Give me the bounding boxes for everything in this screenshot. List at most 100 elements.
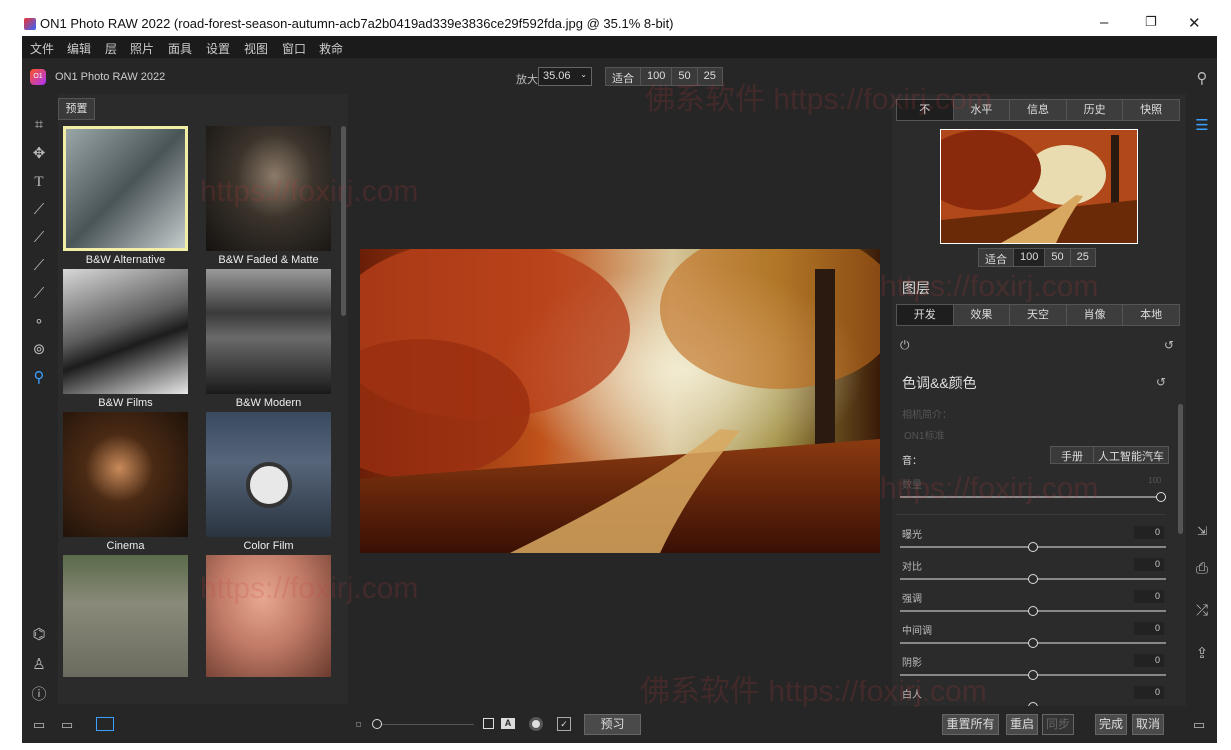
tab-develop[interactable]: 开发 [897, 305, 954, 325]
tab-levels[interactable]: 水平 [954, 100, 1011, 120]
share-icon[interactable]: ⤮ [1192, 602, 1212, 622]
tab-info[interactable]: 信息 [1010, 100, 1067, 120]
highlights-slider[interactable] [900, 606, 1166, 616]
tab-portrait[interactable]: 肖像 [1067, 305, 1124, 325]
menu-mask[interactable]: 面具 [168, 40, 192, 57]
zoom-input[interactable]: 35.06 ⌄ [538, 67, 592, 86]
tab-none[interactable]: 不 [897, 100, 954, 120]
retouch-brush-icon[interactable]: ⟋ [28, 227, 50, 249]
menu-window[interactable]: 窗口 [282, 40, 306, 57]
presets-button[interactable]: 预置 [58, 98, 95, 120]
help-icon[interactable]: ⓘ [28, 684, 50, 706]
menu-settings[interactable]: 设置 [206, 40, 230, 57]
reset-all-button[interactable]: 重置所有 [942, 714, 999, 735]
menu-help[interactable]: 救命 [319, 40, 343, 57]
section-reset-icon[interactable]: ↺ [1156, 375, 1166, 389]
compare-icon[interactable] [483, 718, 494, 729]
preview-button[interactable]: 预习 [584, 714, 641, 735]
amount-slider[interactable] [900, 492, 1166, 502]
slider-value-highlights[interactable]: 0 [1134, 590, 1164, 603]
nav-50-button[interactable]: 50 [1045, 249, 1071, 266]
brush-icon[interactable]: ⟋ [28, 199, 50, 221]
slider-value-exposure[interactable]: 0 [1134, 526, 1164, 539]
presets-scrollbar[interactable] [341, 126, 346, 316]
mask-brush-icon[interactable]: ⟋ [28, 255, 50, 277]
menu-photo[interactable]: 照片 [130, 40, 154, 57]
preset-thumb-7[interactable] [206, 555, 331, 677]
text-tool-icon[interactable]: T [28, 171, 50, 193]
contrast-slider[interactable] [900, 574, 1166, 584]
navigator-thumbnail[interactable] [921, 129, 1138, 244]
reset-icon[interactable]: ↺ [1164, 338, 1174, 352]
zoom-50-button[interactable]: 50 [672, 68, 698, 85]
tab-local[interactable]: 本地 [1123, 305, 1179, 325]
auto-icon[interactable]: A [501, 718, 515, 729]
user-icon[interactable]: ♙ [28, 654, 50, 676]
slider-value-midtones[interactable]: 0 [1134, 622, 1164, 635]
edit-sliders-icon[interactable]: ☰ [1192, 116, 1212, 136]
resize-icon[interactable]: ⇲ [1192, 524, 1212, 544]
zoom-fit-button[interactable]: 适合 [606, 68, 641, 85]
preset-thumb-6[interactable] [63, 555, 188, 677]
menu-layer[interactable]: 层 [105, 40, 117, 57]
plugin-icon[interactable]: ⌬ [28, 624, 50, 646]
mask-view-icon[interactable] [529, 717, 543, 731]
slider-value-whites[interactable]: 0 [1134, 686, 1164, 699]
histogram-icon[interactable]: ✓ [557, 717, 571, 731]
reset-button[interactable]: 重启 [1006, 714, 1038, 735]
nav-fit-button[interactable]: 适合 [979, 249, 1014, 266]
film-strip-icon[interactable]: ▭ [56, 714, 78, 736]
zoom-100-button[interactable]: 100 [641, 68, 673, 85]
right-panel-scrollbar[interactable] [1178, 404, 1183, 534]
menu-file[interactable]: 文件 [30, 40, 54, 57]
photo-canvas[interactable] [310, 229, 900, 553]
menu-edit[interactable]: 编辑 [67, 40, 91, 57]
preset-thumb-bw-films[interactable] [63, 269, 188, 394]
manual-button[interactable]: 手册 [1051, 447, 1094, 463]
slider-knob[interactable] [1028, 542, 1038, 552]
fingerprint-icon[interactable]: ⊚ [28, 339, 50, 361]
right-panel-toggle-icon[interactable]: ▭ [1188, 714, 1210, 736]
power-icon[interactable]: ⏻ [900, 338, 910, 353]
preset-thumb-bw-modern[interactable] [206, 269, 331, 394]
clone-icon[interactable]: ∘ [28, 311, 50, 333]
move-icon[interactable]: ✥ [28, 143, 50, 165]
cancel-button[interactable]: 取消 [1132, 714, 1164, 735]
tab-sky[interactable]: 天空 [1010, 305, 1067, 325]
nav-100-button[interactable]: 100 [1014, 249, 1046, 266]
slider-knob[interactable] [1028, 638, 1038, 648]
exposure-slider[interactable] [900, 542, 1166, 552]
midtones-slider[interactable] [900, 638, 1166, 648]
sync-button[interactable]: 同步 [1042, 714, 1074, 735]
preset-thumb-bw-alternative[interactable] [63, 126, 188, 251]
slider-knob[interactable] [1028, 606, 1038, 616]
panel-toggle-icon[interactable]: ▭ [28, 714, 50, 736]
crop-icon[interactable]: ⌗ [28, 114, 50, 136]
ai-auto-button[interactable]: 人工智能汽车 [1094, 447, 1168, 463]
refine-brush-icon[interactable]: ⟋ [28, 283, 50, 305]
zoom-slider-knob[interactable] [372, 719, 382, 729]
close-button[interactable]: ✕ [1188, 14, 1201, 32]
slider-value-shadows[interactable]: 0 [1134, 654, 1164, 667]
amount-slider-knob[interactable] [1156, 492, 1166, 502]
tab-history[interactable]: 历史 [1067, 100, 1124, 120]
filmstrip-view-icon[interactable] [96, 717, 114, 731]
browse-icon[interactable]: ⚲ [1192, 69, 1212, 89]
menu-view[interactable]: 视图 [244, 40, 268, 57]
slider-knob[interactable] [1028, 574, 1038, 584]
zoom-hand-icon[interactable]: ⚲ [28, 367, 50, 389]
zoom-slider[interactable] [372, 719, 474, 729]
export-icon[interactable]: ⇪ [1192, 644, 1212, 664]
zoom-25-button[interactable]: 25 [698, 68, 722, 85]
maximize-button[interactable]: ❐ [1145, 14, 1157, 30]
preset-thumb-bw-faded-matte[interactable] [206, 126, 331, 251]
tab-snapshots[interactable]: 快照 [1123, 100, 1179, 120]
slider-value-contrast[interactable]: 0 [1134, 558, 1164, 571]
print-icon[interactable]: ⎙ [1192, 560, 1212, 580]
preset-thumb-color-film[interactable] [206, 412, 331, 537]
nav-25-button[interactable]: 25 [1071, 249, 1095, 266]
done-button[interactable]: 完成 [1095, 714, 1127, 735]
minimize-button[interactable]: – [1100, 14, 1108, 31]
preset-thumb-cinema[interactable] [63, 412, 188, 537]
slider-knob[interactable] [1028, 670, 1038, 680]
